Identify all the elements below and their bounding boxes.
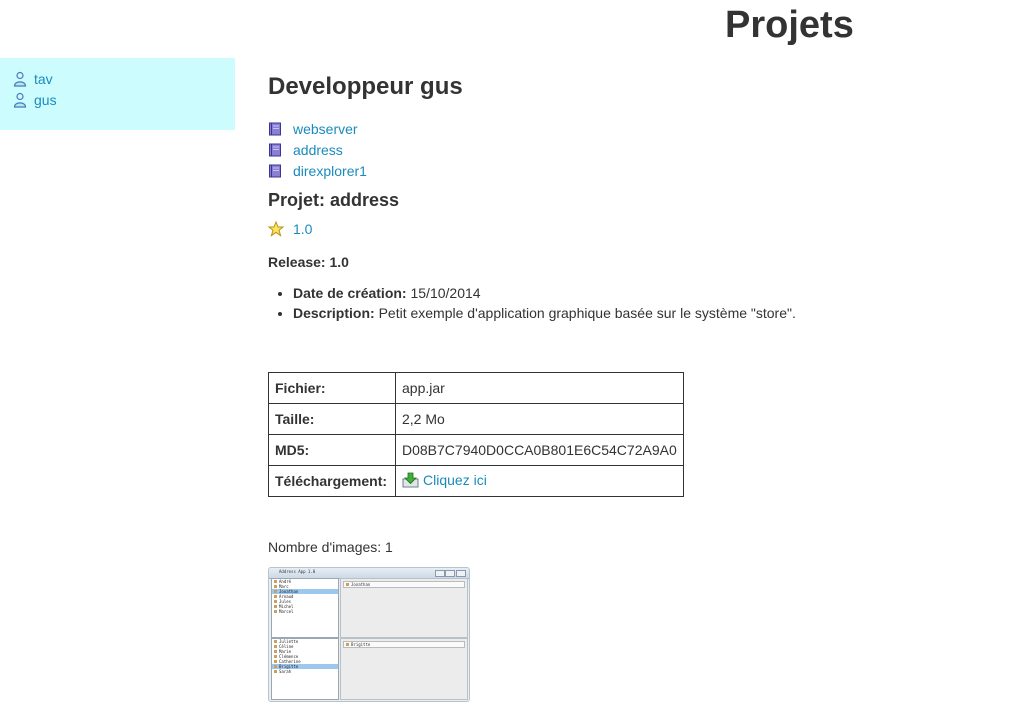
star-icon <box>268 221 284 237</box>
project-link[interactable]: webserver <box>293 121 358 137</box>
table-key: Taille: <box>268 403 396 435</box>
thumbnail-header: Jonathan <box>343 581 465 588</box>
image-count: Nombre d'images: 1 <box>268 539 393 555</box>
sidebar-item-tav[interactable]: tav <box>12 68 235 89</box>
file-info-table: Fichier: app.jar Taille: 2,2 Mo MD5: D08… <box>268 372 684 497</box>
release-item-1-0[interactable]: 1.0 <box>268 221 312 237</box>
project-item-direxplorer1[interactable]: direxplorer1 <box>268 160 367 181</box>
book-icon <box>269 143 281 156</box>
release-link[interactable]: 1.0 <box>293 221 312 237</box>
close-icon <box>456 570 466 577</box>
detail-label: Description: <box>293 305 375 321</box>
table-row: MD5: D08B7C7940D0CCA0B801E6C54C72A9A0 <box>268 434 684 466</box>
download-link[interactable]: Cliquez ici <box>402 472 487 488</box>
sidebar: tav gus <box>0 58 235 130</box>
thumbnail-list-bottom: Juliette Céline Marie Clémence Catherine… <box>271 638 339 700</box>
screenshot-thumbnail[interactable]: Address App 1.0 André Marc Jonathan Arna… <box>268 567 470 702</box>
table-value: 2,2 Mo <box>395 403 684 435</box>
list-item: Marcel <box>272 609 338 614</box>
sidebar-item-label[interactable]: tav <box>34 71 53 87</box>
project-item-webserver[interactable]: webserver <box>268 118 367 139</box>
developer-title: Developpeur gus <box>268 73 463 100</box>
developer-list: tav gus <box>0 58 235 110</box>
download-icon <box>402 472 419 487</box>
thumbnail-window-title: Address App 1.0 <box>279 569 316 574</box>
user-icon <box>13 92 27 108</box>
table-row: Taille: 2,2 Mo <box>268 403 684 435</box>
minimize-icon <box>435 570 445 577</box>
list-item: Sarah <box>272 669 338 674</box>
table-key: Téléchargement: <box>268 465 396 497</box>
project-title: Projet: address <box>268 190 400 210</box>
project-link[interactable]: direxplorer1 <box>293 163 367 179</box>
table-value: Cliquez ici <box>395 465 684 497</box>
maximize-icon <box>445 570 455 577</box>
detail-creation-date: Date de création: 15/10/2014 <box>293 283 796 303</box>
page-title: Projets <box>725 4 854 46</box>
project-item-address[interactable]: address <box>268 139 367 160</box>
thumbnail-detail-top: Jonathan <box>340 578 468 638</box>
detail-value: 15/10/2014 <box>410 285 481 301</box>
project-list: webserver address direxplorer1 <box>268 118 367 181</box>
detail-value: Petit exemple d'application graphique ba… <box>378 305 796 321</box>
table-row: Fichier: app.jar <box>268 372 684 404</box>
download-label[interactable]: Cliquez ici <box>423 472 487 488</box>
detail-label: Date de création: <box>293 285 407 301</box>
user-icon <box>13 71 27 87</box>
release-details: Date de création: 15/10/2014 Description… <box>268 283 796 323</box>
table-row: Téléchargement: Cliquez ici <box>268 465 684 497</box>
table-key: MD5: <box>268 434 396 466</box>
detail-description: Description: Petit exemple d'application… <box>293 303 796 323</box>
project-link[interactable]: address <box>293 142 343 158</box>
sidebar-item-label[interactable]: gus <box>34 92 57 108</box>
table-key: Fichier: <box>268 372 396 404</box>
release-title: Release: 1.0 <box>268 254 349 270</box>
thumbnail-list-top: André Marc Jonathan Arnaud Jules Michel … <box>271 578 339 638</box>
thumbnail-detail-bottom: Brigitte <box>340 638 468 700</box>
book-icon <box>269 122 281 135</box>
table-value: D08B7C7940D0CCA0B801E6C54C72A9A0 <box>395 434 684 466</box>
book-icon <box>269 164 281 177</box>
sidebar-item-gus[interactable]: gus <box>12 89 235 110</box>
thumbnail-header: Brigitte <box>343 641 465 648</box>
table-value: app.jar <box>395 372 684 404</box>
